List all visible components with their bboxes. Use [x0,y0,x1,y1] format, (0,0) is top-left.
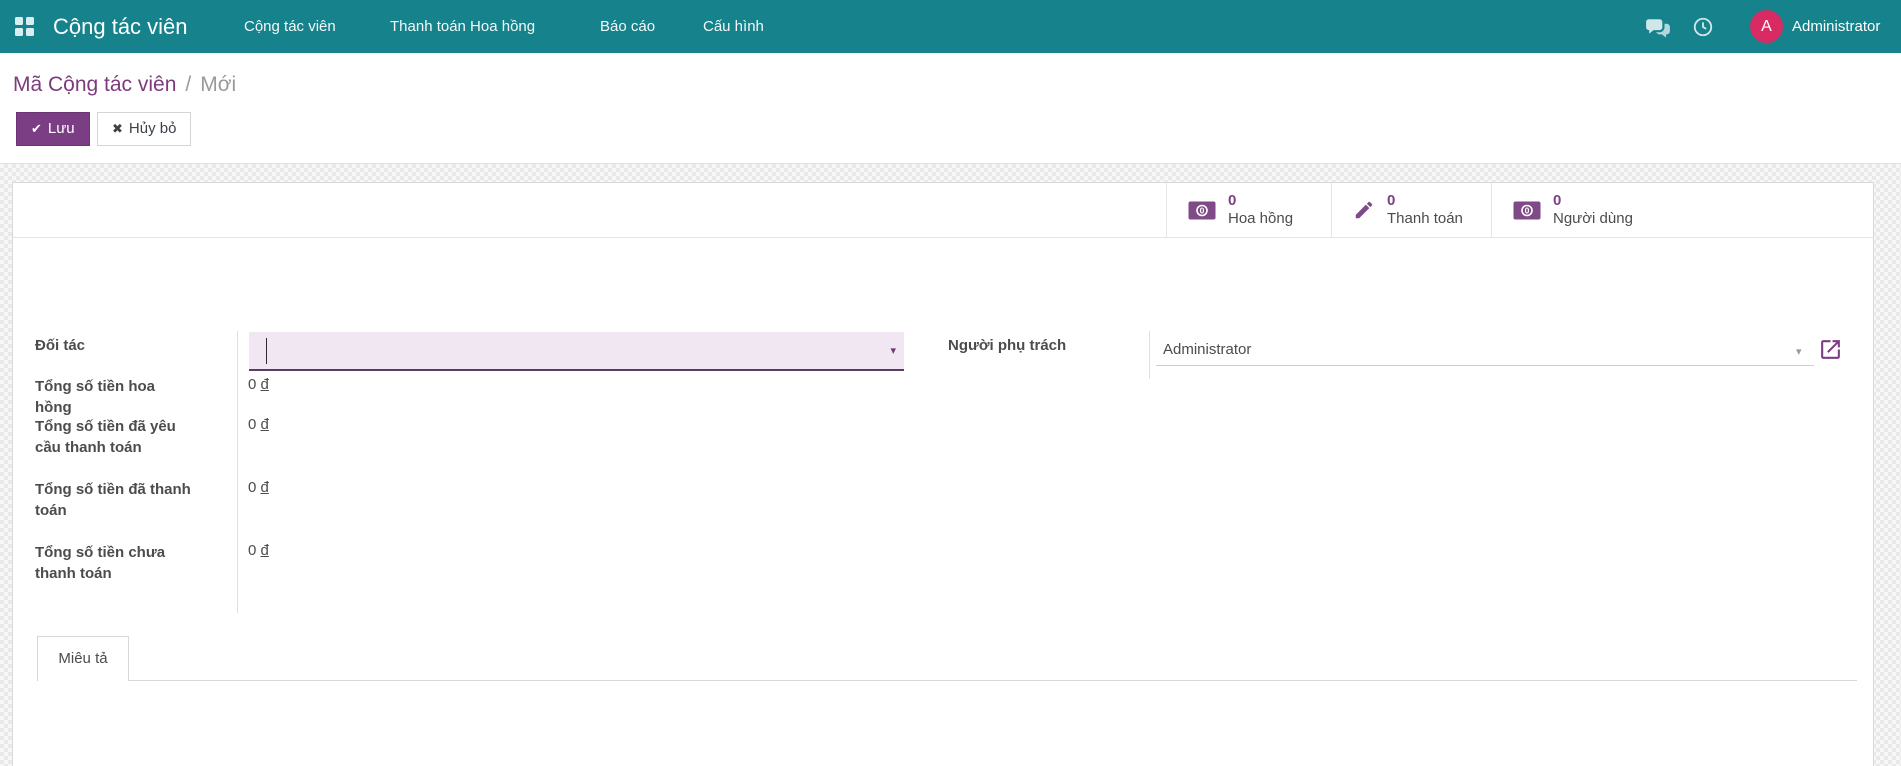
amount-label: Tổng số tiền đã thanh toán [35,481,191,519]
user-menu[interactable]: Administrator [1792,0,1880,53]
stat-label: Hoa hồng [1228,210,1294,227]
right-column-separator [1149,331,1150,379]
apps-grid-icon[interactable] [15,17,34,36]
stat-value: 0 [1228,192,1237,209]
save-button[interactable]: ✔ Lưu [16,112,90,146]
top-navbar: Cộng tác viên Cộng tác viên Thanh toán H… [0,0,1901,53]
form-sheet: 0 0 Hoa hồng 0 Thanh toán 0 0 Người dùng… [12,182,1874,766]
tab-strip-border [129,680,1857,681]
manager-field-label: Người phụ trách [948,337,1067,354]
amount-value: 0 đ [248,479,269,496]
money-bill-icon: 0 [1188,201,1216,220]
breadcrumb-parent-link[interactable]: Mã Cộng tác viên [13,73,176,96]
currency-symbol: đ [260,376,269,393]
stat-button-thanh-toan[interactable]: 0 Thanh toán [1331,183,1491,237]
stat-button-hoa-hong[interactable]: 0 0 Hoa hồng [1166,183,1331,237]
messages-icon[interactable] [1645,16,1671,42]
chevron-down-icon[interactable]: ▾ [1796,345,1802,358]
discard-button[interactable]: ✖ Hủy bỏ [97,112,192,146]
amount-row-requested: Tổng số tiền đã yêu cầu thanh toán 0 đ [35,416,269,458]
stat-button-box: 0 0 Hoa hồng 0 Thanh toán 0 0 Người dùng [13,183,1873,238]
stat-label: Người dùng [1553,210,1633,227]
partner-input[interactable] [255,336,875,366]
nav-item-thanh-toan-hoa-hong[interactable]: Thanh toán Hoa hồng [390,0,535,53]
pencil-icon [1353,199,1375,221]
amount-value: 0 đ [248,542,269,559]
app-window: Cộng tác viên Cộng tác viên Thanh toán H… [0,0,1901,766]
app-brand[interactable]: Cộng tác viên [53,0,188,53]
amount-value: 0 đ [248,416,269,433]
svg-text:0: 0 [1200,205,1205,215]
check-icon: ✔ [31,121,42,136]
stat-label: Thanh toán [1387,210,1463,227]
currency-symbol: đ [260,479,269,496]
control-panel: Mã Cộng tác viên / Mới ✔ Lưu ✖ Hủy bỏ [0,53,1901,164]
activities-clock-icon[interactable] [1692,16,1714,38]
user-avatar[interactable]: A [1750,10,1783,43]
tab-mieu-ta[interactable]: Miêu tả [37,636,129,681]
currency-symbol: đ [260,416,269,433]
amount-value: 0 đ [248,376,269,393]
amount-row-unpaid: Tổng số tiền chưa thanh toán 0 đ [35,542,269,584]
amount-row-commission: Tổng số tiền hoa hồng 0 đ [35,376,269,418]
nav-item-cau-hinh[interactable]: Cấu hình [703,0,764,53]
amount-label: Tổng số tiền đã yêu cầu thanh toán [35,418,176,456]
save-button-label: Lưu [47,120,75,137]
amount-label: Tổng số tiền chưa thanh toán [35,544,166,582]
close-icon: ✖ [112,121,123,136]
stat-value: 0 [1553,192,1562,209]
stat-value: 0 [1387,192,1396,209]
breadcrumb-current: Mới [200,73,237,96]
left-column-separator [237,331,238,613]
breadcrumb-separator: / [185,73,192,96]
discard-button-label: Hủy bỏ [128,120,177,137]
partner-combobox[interactable]: ▾ [249,332,904,371]
currency-symbol: đ [260,542,269,559]
breadcrumb: Mã Cộng tác viên / Mới [13,73,236,97]
partner-field-label: Đối tác [35,337,86,354]
text-cursor [266,338,267,364]
amount-label: Tổng số tiền hoa hồng [35,378,155,416]
nav-item-cong-tac-vien[interactable]: Cộng tác viên [244,0,336,53]
external-link-icon[interactable] [1818,337,1843,362]
manager-field-underline [1156,365,1814,366]
amount-row-paid: Tổng số tiền đã thanh toán 0 đ [35,479,269,521]
chevron-down-icon[interactable]: ▾ [890,344,896,357]
money-bill-icon: 0 [1513,201,1541,220]
svg-text:0: 0 [1525,205,1530,215]
nav-item-bao-cao[interactable]: Báo cáo [600,0,655,53]
content-background: 0 0 Hoa hồng 0 Thanh toán 0 0 Người dùng… [0,164,1901,766]
stat-button-nguoi-dung[interactable]: 0 0 Người dùng [1491,183,1651,237]
manager-field-value[interactable]: Administrator [1163,341,1251,358]
